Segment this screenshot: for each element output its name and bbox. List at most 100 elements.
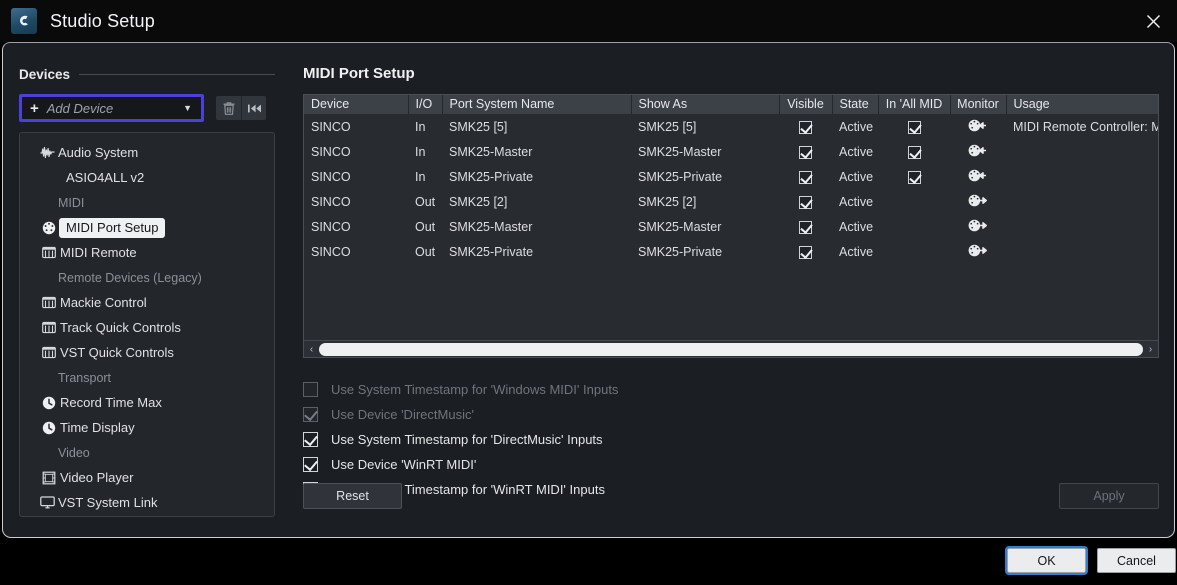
device-tree-item-vst-system-link[interactable]: VST System Link (20, 490, 274, 515)
cell-monitor (950, 189, 1006, 214)
visible-checkbox[interactable] (799, 245, 812, 259)
trash-icon (222, 101, 236, 116)
visible-checkbox[interactable] (799, 170, 812, 184)
apply-button: Apply (1059, 483, 1159, 509)
scrollbar-thumb[interactable] (319, 342, 1143, 356)
devices-toolbar: + Add Device ▼ (19, 94, 275, 122)
cancel-button[interactable]: Cancel (1097, 548, 1176, 573)
option-row: Use Device 'DirectMusic' (303, 402, 1159, 427)
visible-checkbox[interactable] (799, 145, 812, 159)
midi-keyboard-icon (38, 346, 60, 359)
cell-state: Active (839, 144, 874, 159)
device-tree-item-midi-port-setup[interactable]: MIDI Port Setup (20, 215, 274, 240)
column-header-device[interactable]: Device (304, 95, 409, 114)
plus-icon: + (30, 99, 39, 117)
cell-show_as: SMK25 [5] (638, 119, 697, 134)
table-row[interactable]: SINCO In SMK25-Master SMK25-Master Active (304, 139, 1158, 164)
dialog-body: Devices + Add Device ▼ Audio System ASIO… (2, 42, 1175, 538)
in-all-midi-checkbox[interactable] (907, 170, 921, 184)
cell-in_all (878, 114, 950, 139)
cell-visible (779, 139, 832, 164)
cell-visible (779, 214, 832, 239)
table-row[interactable]: SINCO In SMK25-Private SMK25-Private Active (304, 164, 1158, 189)
cell-in_all (878, 139, 950, 164)
cell-show_as: SMK25-Private (638, 169, 723, 184)
column-header-show_as[interactable]: Show As (631, 95, 780, 114)
column-header-in_all[interactable]: In 'All MID (878, 95, 951, 114)
column-header-visible[interactable]: Visible (779, 95, 833, 114)
device-tree-item-time-display[interactable]: Time Display (20, 415, 274, 440)
device-tree-label: Audio System (58, 145, 139, 160)
close-icon[interactable] (1130, 0, 1177, 42)
in-all-midi-checkbox[interactable] (907, 145, 921, 159)
midi-in-icon[interactable] (968, 119, 989, 132)
remove-device-button[interactable] (216, 96, 241, 120)
dialog-footer: OK Cancel (0, 538, 1177, 585)
cell-port: SMK25-Master (449, 144, 533, 159)
cell-usage: MIDI Remote Controller: M-V (1013, 119, 1158, 134)
device-tree[interactable]: Audio System ASIO4ALL v2 MIDI MIDI Port Se… (19, 132, 275, 517)
cell-monitor (950, 114, 1006, 139)
midi-keyboard-icon (38, 296, 60, 309)
column-header-monitor[interactable]: Monitor (950, 95, 1007, 114)
midi-out-icon[interactable] (968, 219, 989, 232)
divider (79, 73, 275, 75)
cell-show_as: SMK25-Master (638, 219, 722, 234)
column-header-io[interactable]: I/O (408, 95, 443, 114)
cell-state: Active (839, 244, 874, 259)
table-row[interactable]: SINCO In SMK25 [5] SMK25 [5] Active MIDI Rem… (304, 114, 1158, 139)
ok-button[interactable]: OK (1005, 546, 1088, 575)
device-tree-item-mackie-control[interactable]: Mackie Control (20, 290, 274, 315)
device-actions-group (216, 96, 266, 120)
midi-in-icon[interactable] (968, 169, 989, 182)
table-row[interactable]: SINCO Out SMK25-Private SMK25-Private Active (304, 239, 1158, 264)
device-tree-item-video-player[interactable]: Video Player (20, 465, 274, 490)
device-tree-item-asio4all-v2[interactable]: ASIO4ALL v2 (20, 165, 274, 190)
device-tree-group-video: Video (20, 440, 274, 465)
clock-icon (38, 396, 60, 410)
reset-device-button[interactable] (241, 96, 266, 120)
cell-usage (1006, 214, 1158, 239)
visible-checkbox[interactable] (799, 120, 812, 134)
add-device-dropdown[interactable]: + Add Device ▼ (19, 94, 204, 122)
device-tree-item-track-quick-controls[interactable]: Track Quick Controls (20, 315, 274, 340)
horizontal-scrollbar[interactable]: ‹ › (304, 340, 1158, 357)
midi-in-icon[interactable] (968, 144, 989, 157)
visible-checkbox[interactable] (799, 195, 812, 209)
option-row[interactable]: Use Device 'WinRT MIDI' (303, 452, 1159, 477)
cell-io: In (415, 169, 426, 184)
scroll-left-arrow-icon[interactable]: ‹ (304, 341, 319, 358)
device-tree-item-vst-quick-controls[interactable]: VST Quick Controls (20, 340, 274, 365)
visible-checkbox[interactable] (799, 220, 812, 234)
midi-keyboard-icon (38, 321, 60, 334)
option-row[interactable]: Use System Timestamp for 'DirectMusic' I… (303, 427, 1159, 452)
option-label: Use Device 'WinRT MIDI' (331, 457, 477, 472)
midi-out-icon[interactable] (968, 194, 989, 207)
scroll-right-arrow-icon[interactable]: › (1143, 341, 1158, 358)
reset-button[interactable]: Reset (303, 483, 402, 509)
cell-usage (1006, 164, 1158, 189)
cell-device: SINCO (311, 119, 351, 134)
cell-visible (779, 114, 832, 139)
device-tree-item-record-time-max[interactable]: Record Time Max (20, 390, 274, 415)
device-tree-item-audio-system[interactable]: Audio System (20, 140, 274, 165)
device-tree-item-midi-remote[interactable]: MIDI Remote (20, 240, 274, 265)
devices-panel: Devices + Add Device ▼ Audio System ASIO… (19, 65, 275, 520)
column-header-usage[interactable]: Usage (1006, 95, 1158, 114)
column-header-port[interactable]: Port System Name (442, 95, 632, 114)
option-checkbox[interactable] (303, 457, 318, 472)
table-row[interactable]: SINCO Out SMK25-Master SMK25-Master Active (304, 214, 1158, 239)
scrollbar-track[interactable] (319, 341, 1143, 358)
title-bar: Studio Setup (0, 0, 1177, 42)
cell-visible (779, 164, 832, 189)
ports-table-header-row: Device I/O Port System Name Show As Visible S… (304, 95, 1158, 114)
in-all-midi-checkbox[interactable] (907, 120, 921, 134)
option-checkbox[interactable] (303, 432, 318, 447)
table-row[interactable]: SINCO Out SMK25 [2] SMK25 [2] Active (304, 189, 1158, 214)
column-header-state[interactable]: State (832, 95, 879, 114)
device-tree-group-transport: Transport (20, 365, 274, 390)
device-tree-label: Record Time Max (60, 395, 162, 410)
cell-port: SMK25 [5] (449, 119, 508, 134)
ports-table-head: Device I/O Port System Name Show As Visible S… (304, 95, 1158, 114)
midi-out-icon[interactable] (968, 244, 989, 257)
